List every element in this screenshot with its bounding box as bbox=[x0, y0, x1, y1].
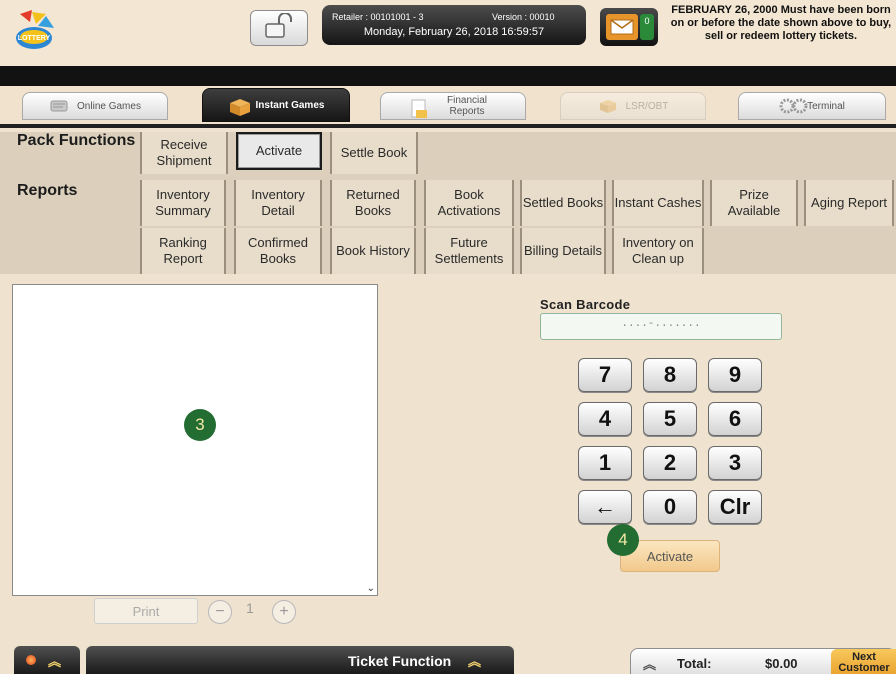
online-games-icon bbox=[49, 98, 69, 114]
prize-available-button[interactable]: Prize Available bbox=[710, 180, 798, 226]
key-4[interactable]: 4 bbox=[578, 402, 632, 436]
future-settlements-button[interactable]: Future Settlements bbox=[424, 228, 514, 274]
chevron-up-icon[interactable]: ︽ bbox=[643, 654, 656, 673]
step-badge-4: 4 bbox=[607, 524, 639, 556]
terminal-info-panel: Retailer : 00101001 - 3 Version : 00010 … bbox=[322, 5, 586, 45]
key-2[interactable]: 2 bbox=[643, 446, 697, 480]
settled-books-button[interactable]: Settled Books bbox=[520, 180, 606, 226]
retailer-id: Retailer : 00101001 - 3 bbox=[332, 12, 424, 22]
tab-label: Online Games bbox=[77, 100, 141, 112]
inventory-detail-button[interactable]: Inventory Detail bbox=[234, 180, 322, 226]
scan-barcode-input[interactable]: ....-....... bbox=[540, 313, 782, 340]
aging-report-button[interactable]: Aging Report bbox=[804, 180, 894, 226]
mail-icon bbox=[606, 14, 638, 40]
print-button[interactable]: Print bbox=[94, 598, 198, 624]
version-number: Version : 00010 bbox=[492, 12, 555, 22]
tab-label: LSR/OBT bbox=[625, 100, 669, 112]
returned-books-button[interactable]: Returned Books bbox=[330, 180, 416, 226]
main-tab-bar: Online Games Instant Games Financial Rep… bbox=[0, 86, 896, 128]
tab-terminal[interactable]: Terminal bbox=[738, 92, 886, 120]
gears-icon bbox=[779, 98, 808, 114]
receive-shipment-button[interactable]: Receive Shipment bbox=[140, 132, 228, 174]
copies-count: 1 bbox=[246, 600, 254, 616]
billing-details-button[interactable]: Billing Details bbox=[520, 228, 606, 274]
tab-label: Instant Games bbox=[255, 99, 325, 111]
next-customer-button[interactable]: Next Customer bbox=[831, 649, 896, 674]
ticket-function-label: Ticket Function bbox=[348, 653, 452, 669]
key-1[interactable]: 1 bbox=[578, 446, 632, 480]
bottom-bar: ︽ Ticket Function ︽ ︽ Total: $0.00 Next … bbox=[0, 640, 896, 674]
tab-online-games[interactable]: Online Games bbox=[22, 92, 168, 120]
age-restriction-notice: FEBRUARY 26, 2000 Must have been born on… bbox=[670, 4, 892, 42]
settle-book-button[interactable]: Settle Book bbox=[330, 132, 418, 174]
key-9[interactable]: 9 bbox=[708, 358, 762, 392]
header-bar: LOTTERY Retailer : 00101001 - 3 Version … bbox=[0, 0, 896, 66]
lottery-logo-icon: LOTTERY bbox=[12, 8, 60, 54]
status-light-icon bbox=[26, 655, 36, 665]
messages-button[interactable]: 0 bbox=[600, 8, 658, 46]
chevron-up-icon: ︽ bbox=[468, 654, 482, 669]
box-icon bbox=[228, 97, 250, 116]
header-divider bbox=[0, 66, 896, 86]
tab-financial-reports[interactable]: Financial Reports bbox=[380, 92, 526, 120]
key-7[interactable]: 7 bbox=[578, 358, 632, 392]
scan-barcode-label: Scan Barcode bbox=[540, 297, 631, 312]
confirmed-books-button[interactable]: Confirmed Books bbox=[234, 228, 322, 274]
unlock-icon bbox=[264, 11, 294, 44]
chevron-down-icon[interactable]: ⌄ bbox=[367, 583, 375, 594]
pack-functions-label: Pack Functions bbox=[17, 132, 136, 149]
inventory-summary-button[interactable]: Inventory Summary bbox=[140, 180, 226, 226]
increase-copies-button[interactable]: + bbox=[272, 600, 296, 624]
total-panel: ︽ Total: $0.00 Next Customer bbox=[630, 648, 896, 674]
package-icon bbox=[598, 98, 618, 114]
key-6[interactable]: 6 bbox=[708, 402, 762, 436]
lock-button[interactable] bbox=[250, 10, 308, 46]
key-8[interactable]: 8 bbox=[643, 358, 697, 392]
instant-cashes-button[interactable]: Instant Cashes bbox=[612, 180, 704, 226]
backspace-key[interactable]: ← bbox=[578, 490, 632, 524]
chevron-up-icon: ︽ bbox=[48, 654, 62, 669]
pack-list-box[interactable]: 3 ⌄ bbox=[12, 284, 378, 596]
function-panel: Pack Functions Receive Shipment Activate… bbox=[0, 132, 896, 274]
message-count-badge: 0 bbox=[640, 14, 654, 40]
tab-instant-games[interactable]: Instant Games bbox=[202, 88, 350, 122]
reports-label: Reports bbox=[17, 182, 78, 199]
total-amount: $0.00 bbox=[765, 656, 798, 671]
tab-label: Financial Reports bbox=[446, 95, 488, 117]
current-datetime: Monday, February 26, 2018 16:59:57 bbox=[363, 26, 545, 38]
key-5[interactable]: 5 bbox=[643, 402, 697, 436]
status-toggle-button[interactable]: ︽ bbox=[14, 646, 80, 674]
ranking-report-button[interactable]: Ranking Report bbox=[140, 228, 226, 274]
decrease-copies-button[interactable]: − bbox=[208, 600, 232, 624]
svg-text:LOTTERY: LOTTERY bbox=[18, 35, 51, 42]
key-3[interactable]: 3 bbox=[708, 446, 762, 480]
ticket-function-bar[interactable]: Ticket Function ︽ bbox=[86, 646, 514, 674]
total-label: Total: bbox=[677, 656, 712, 671]
book-history-button[interactable]: Book History bbox=[330, 228, 416, 274]
tab-label: Terminal bbox=[807, 100, 845, 112]
step-badge-3: 3 bbox=[184, 409, 216, 441]
key-0[interactable]: 0 bbox=[643, 490, 697, 524]
tab-lsr-obt[interactable]: LSR/OBT bbox=[560, 92, 706, 120]
book-activations-button[interactable]: Book Activations bbox=[424, 180, 514, 226]
inventory-on-clean-up-button[interactable]: Inventory on Clean up bbox=[612, 228, 704, 274]
clear-key[interactable]: Clr bbox=[708, 490, 762, 524]
activate-pack-button[interactable]: Activate bbox=[236, 132, 322, 170]
report-icon bbox=[409, 98, 429, 118]
